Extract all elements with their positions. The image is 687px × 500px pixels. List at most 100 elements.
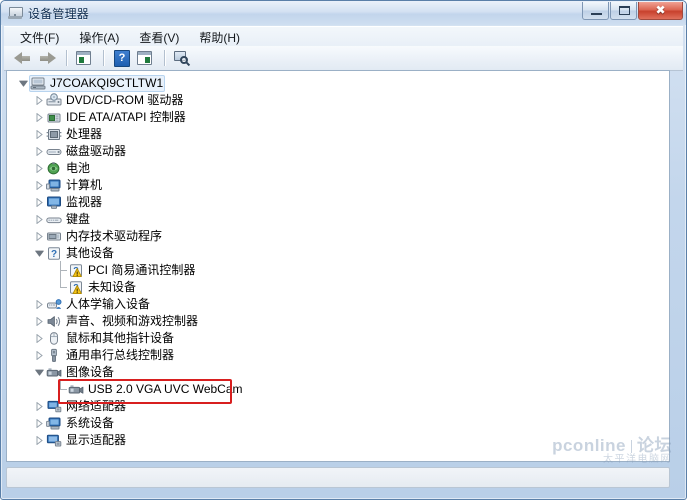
collapse-toggle-icon[interactable]	[17, 75, 29, 92]
show-hide-console-tree-icon	[76, 51, 91, 65]
tree-node-category-label: 键盘	[66, 212, 91, 226]
tree-node-category[interactable]: 显示适配器	[7, 432, 669, 449]
menu-action[interactable]: 操作(A)	[70, 27, 128, 48]
tree-node-webcam[interactable]: USB 2.0 VGA UVC WebCam	[7, 380, 669, 398]
tree-node-category[interactable]: 人体学输入设备	[7, 296, 669, 313]
menu-file[interactable]: 文件(F)	[11, 27, 68, 48]
tree-node-category[interactable]: 图像设备	[7, 364, 669, 381]
tree-node-category[interactable]: 系统设备	[7, 415, 669, 432]
tree-node-webcam-label: USB 2.0 VGA UVC WebCam	[88, 382, 243, 396]
show-hide-console-tree-button[interactable]	[73, 48, 95, 68]
help-icon: ?	[114, 50, 130, 67]
collapse-toggle-icon[interactable]	[33, 245, 45, 262]
expand-toggle-icon[interactable]	[33, 160, 45, 177]
memory-technology-icon	[45, 228, 63, 245]
title-bar[interactable]: 设备管理器 ✖	[1, 1, 686, 25]
tree-node-category-label: 人体学输入设备	[66, 297, 151, 311]
tree-node-root-label: J7COAKQI9CTLTW1	[50, 76, 164, 90]
tree-node-category[interactable]: ? 其他设备	[7, 245, 669, 262]
expand-toggle-icon[interactable]	[33, 177, 45, 194]
disk-drive-icon	[45, 143, 63, 160]
collapse-toggle-icon[interactable]	[33, 364, 45, 381]
menu-view[interactable]: 查看(V)	[130, 27, 188, 48]
tree-node-category[interactable]: 鼠标和其他指针设备	[7, 330, 669, 347]
back-button[interactable]	[12, 48, 34, 68]
tree-node-category-label: 电池	[66, 161, 91, 175]
toolbar-separator-1	[66, 50, 67, 66]
tree-node-category-label: 其他设备	[66, 246, 115, 260]
tree-node-category[interactable]: 磁盘驱动器	[7, 143, 669, 160]
window-controls: ✖	[581, 2, 683, 22]
maximize-button[interactable]	[610, 2, 637, 20]
properties-pane-icon	[137, 51, 152, 65]
help-button[interactable]: ?	[110, 48, 132, 68]
menu-bar: 文件(F) 操作(A) 查看(V) 帮助(H)	[4, 26, 683, 47]
tree-node-category[interactable]: 计算机	[7, 177, 669, 194]
expand-toggle-icon[interactable]	[33, 398, 45, 415]
menu-help[interactable]: 帮助(H)	[190, 27, 249, 48]
scan-hardware-changes-button[interactable]	[171, 48, 193, 68]
tree-node-category[interactable]: 内存技术驱动程序	[7, 228, 669, 245]
tree-node-category[interactable]: DVD/CD-ROM 驱动器	[7, 92, 669, 109]
window-title: 设备管理器	[28, 6, 90, 21]
expand-toggle-icon[interactable]	[33, 211, 45, 228]
unknown-device-icon: ?	[45, 245, 63, 262]
expand-toggle-icon[interactable]	[33, 92, 45, 109]
tree-node-category-label: 网络适配器	[66, 399, 127, 413]
device-tree-panel[interactable]: J7COAKQI9CTLTW1 DVD/CD-ROM 驱动器 IDE ATA/ATA…	[6, 70, 670, 462]
expand-toggle-icon[interactable]	[33, 228, 45, 245]
tree-node-device[interactable]: ?PCI 简易通讯控制器	[7, 261, 669, 279]
tree-node-category[interactable]: 监视器	[7, 194, 669, 211]
tree-node-category[interactable]: 键盘	[7, 211, 669, 228]
tree-node-category-label: 通用串行总线控制器	[66, 348, 175, 362]
tree-node-category[interactable]: 通用串行总线控制器	[7, 347, 669, 364]
tree-node-device-label: 未知设备	[88, 280, 137, 294]
usb-controller-icon	[45, 347, 63, 364]
tree-node-category[interactable]: 处理器	[7, 126, 669, 143]
tree-node-category[interactable]: 电池	[7, 160, 669, 177]
expand-toggle-icon[interactable]	[33, 109, 45, 126]
system-device-icon	[45, 415, 63, 432]
mouse-icon	[45, 330, 63, 347]
tree-node-category[interactable]: 网络适配器	[7, 398, 669, 415]
tree-connector	[55, 261, 67, 279]
minimize-button[interactable]	[582, 2, 609, 20]
tree-node-device-label: PCI 简易通讯控制器	[88, 263, 196, 277]
battery-icon	[45, 160, 63, 177]
hid-icon	[45, 296, 63, 313]
tree-node-device[interactable]: ?未知设备	[7, 278, 669, 296]
tree-connector	[55, 278, 67, 296]
processor-icon	[45, 126, 63, 143]
screenshot-root: 设备管理器 ✖ 文件(F) 操作(A) 查看(V) 帮助(H) ? J7COAK…	[0, 0, 687, 500]
expand-toggle-icon[interactable]	[33, 194, 45, 211]
tree-node-category-label: 计算机	[66, 178, 103, 192]
forward-button[interactable]	[36, 48, 58, 68]
device-manager-window: 设备管理器 ✖ 文件(F) 操作(A) 查看(V) 帮助(H) ? J7COAK…	[0, 0, 687, 500]
expand-toggle-icon[interactable]	[33, 313, 45, 330]
expand-toggle-icon[interactable]	[33, 143, 45, 160]
tree-node-category[interactable]: 声音、视频和游戏控制器	[7, 313, 669, 330]
webcam-icon	[67, 381, 85, 398]
toolbar-separator-2	[103, 50, 104, 66]
network-adapter-icon	[45, 398, 63, 415]
expand-toggle-icon[interactable]	[33, 347, 45, 364]
tree-node-category-label: 声音、视频和游戏控制器	[66, 314, 199, 328]
tree-node-category-label: 内存技术驱动程序	[66, 229, 163, 243]
warning-device-icon: ?	[67, 279, 85, 296]
tree-node-category-label: 系统设备	[66, 416, 115, 430]
expand-toggle-icon[interactable]	[33, 296, 45, 313]
expand-toggle-icon[interactable]	[33, 432, 45, 449]
computer-node-icon	[45, 177, 63, 194]
tree-node-category-label: 显示适配器	[66, 433, 127, 447]
close-icon: ✖	[655, 3, 666, 17]
properties-button[interactable]	[134, 48, 156, 68]
tree-node-root[interactable]: J7COAKQI9CTLTW1	[7, 75, 669, 92]
expand-toggle-icon[interactable]	[33, 126, 45, 143]
expand-toggle-icon[interactable]	[33, 330, 45, 347]
forward-arrow-icon	[38, 52, 56, 64]
close-button[interactable]: ✖	[638, 2, 683, 20]
tree-node-category-label: 图像设备	[66, 365, 115, 379]
tree-node-category[interactable]: IDE ATA/ATAPI 控制器	[7, 109, 669, 126]
expand-toggle-icon[interactable]	[33, 415, 45, 432]
toolbar: ?	[4, 46, 683, 71]
